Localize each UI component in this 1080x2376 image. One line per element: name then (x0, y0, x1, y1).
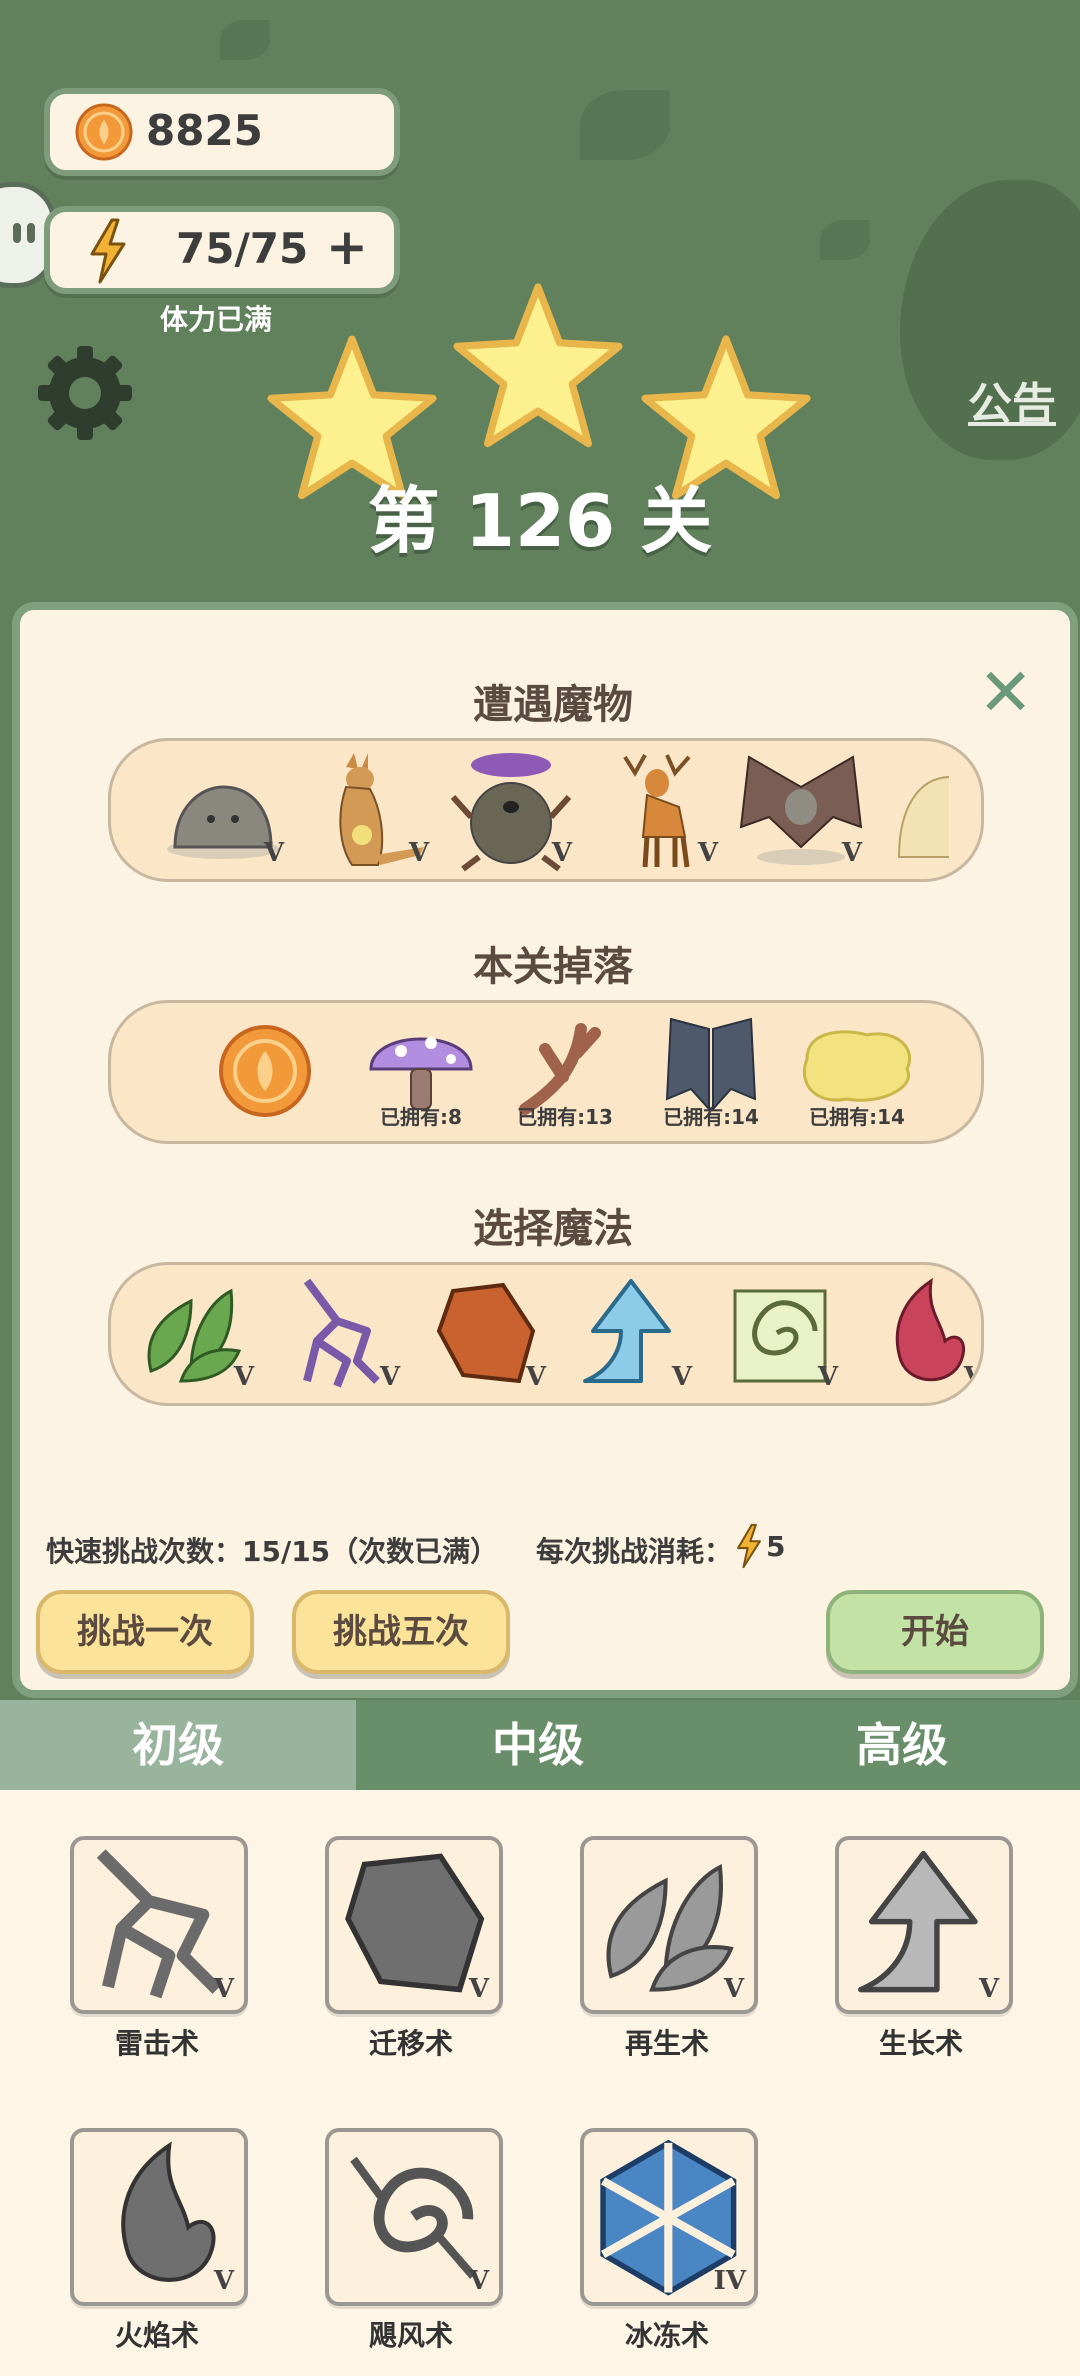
drop-mushroom: 已拥有:8 (341, 1009, 501, 1134)
spell-label: 再生术 (624, 2027, 709, 2060)
owned-count: 已拥有:14 (809, 1105, 905, 1129)
challenge-once-button[interactable]: 挑战一次 (36, 1590, 254, 1674)
add-energy-button[interactable]: + (326, 218, 368, 276)
monster-bat[interactable]: V (739, 747, 864, 872)
monsters-title: 遭遇魔物 (473, 682, 633, 728)
spell-card-freeze[interactable]: IV (580, 2128, 758, 2306)
spell-card-hurricane[interactable]: V (325, 2128, 503, 2306)
drop-antler: 已拥有:13 (485, 1009, 645, 1134)
grass-decoration (820, 220, 870, 260)
energy-status: 体力已满 (160, 303, 273, 336)
drop-coin (203, 1009, 328, 1134)
tab-intermediate[interactable]: 中级 (360, 1700, 716, 1790)
spell-card-fire[interactable]: V (70, 2128, 248, 2306)
coin-icon (75, 103, 133, 161)
monster-ghost-partial[interactable] (889, 747, 949, 872)
spell-label: 迁移术 (368, 2027, 453, 2060)
spell-label: 生长术 (878, 2027, 963, 2060)
drops-strip: 已拥有:8 已拥有:13 已拥有:14 已拥有:14 (108, 1000, 984, 1144)
spell-label: 飓风术 (368, 2319, 453, 2352)
eye-icon (27, 223, 35, 243)
tab-advanced[interactable]: 高级 (724, 1700, 1080, 1790)
eye-icon (13, 223, 21, 243)
magic-thunder[interactable]: V (277, 1271, 402, 1396)
cost-value: 5 (766, 1530, 786, 1563)
owned-count: 已拥有:13 (517, 1105, 613, 1129)
drops-title: 本关掉落 (473, 944, 633, 990)
bush-decoration (580, 90, 670, 160)
gear-icon[interactable] (30, 338, 140, 448)
lightning-icon (737, 1523, 761, 1569)
owned-count: 已拥有:14 (663, 1105, 759, 1129)
lightning-icon (90, 218, 126, 284)
quick-challenge-info: 快速挑战次数：15/15（次数已满） (46, 1535, 499, 1568)
magic-growth[interactable]: V (569, 1271, 694, 1396)
challenge-five-button[interactable]: 挑战五次 (292, 1590, 510, 1674)
energy-counter: 75/75 + (44, 206, 400, 294)
magic-strip: V V V V V V (108, 1262, 984, 1406)
monster-kangaroo[interactable]: V (306, 747, 431, 872)
spell-label: 雷击术 (114, 2027, 199, 2060)
spell-card-thunder[interactable]: V (70, 1836, 248, 2014)
magic-title: 选择魔法 (473, 1206, 633, 1252)
spell-label: 冰冻术 (624, 2319, 709, 2352)
tab-basic[interactable]: 初级 (0, 1700, 356, 1790)
level-title: 第 126 关 (367, 479, 713, 563)
spell-card-regen[interactable]: V (580, 1836, 758, 2014)
spell-card-growth[interactable]: V (835, 1836, 1013, 2014)
energy-amount: 75/75 (176, 224, 309, 273)
monster-deer[interactable]: V (595, 747, 720, 872)
start-button[interactable]: 开始 (826, 1590, 1044, 1674)
monster-slime[interactable]: V (161, 747, 286, 872)
tier-tabs: 初级 中级 高级 (0, 1700, 1080, 1790)
cost-label: 每次挑战消耗： (536, 1535, 733, 1568)
level-panel: ✕ 遭遇魔物 V V V V V 本关掉落 已拥有:8 已拥有:13 已拥有:1… (12, 602, 1078, 1698)
owned-count: 已拥有:8 (380, 1105, 462, 1129)
spell-grid: V 雷击术 V 迁移术 V 再生术 V 生长术 V 火焰术 V 飓风术 IV 冰… (0, 1790, 1080, 2376)
coin-amount: 8825 (146, 106, 263, 155)
spell-label: 火焰术 (114, 2319, 199, 2352)
magic-migrate[interactable]: V (423, 1271, 548, 1396)
drop-bat-wings: 已拥有:14 (631, 1009, 791, 1134)
star-icon (453, 283, 623, 448)
ghost-monster-icon (897, 776, 949, 858)
magic-fire[interactable]: V (861, 1271, 981, 1396)
magic-hurricane[interactable]: V (715, 1271, 840, 1396)
monsters-strip[interactable]: V V V V V (108, 738, 984, 882)
notice-link[interactable]: 公告 (968, 368, 1056, 432)
grass-decoration (220, 20, 270, 60)
spell-card-migrate[interactable]: V (325, 1836, 503, 2014)
drop-slime: 已拥有:14 (777, 1009, 937, 1134)
coin-icon (219, 1025, 311, 1117)
monster-tree[interactable]: V (449, 747, 574, 872)
magic-regen[interactable]: V (131, 1271, 256, 1396)
coin-counter: 8825 (44, 88, 400, 176)
